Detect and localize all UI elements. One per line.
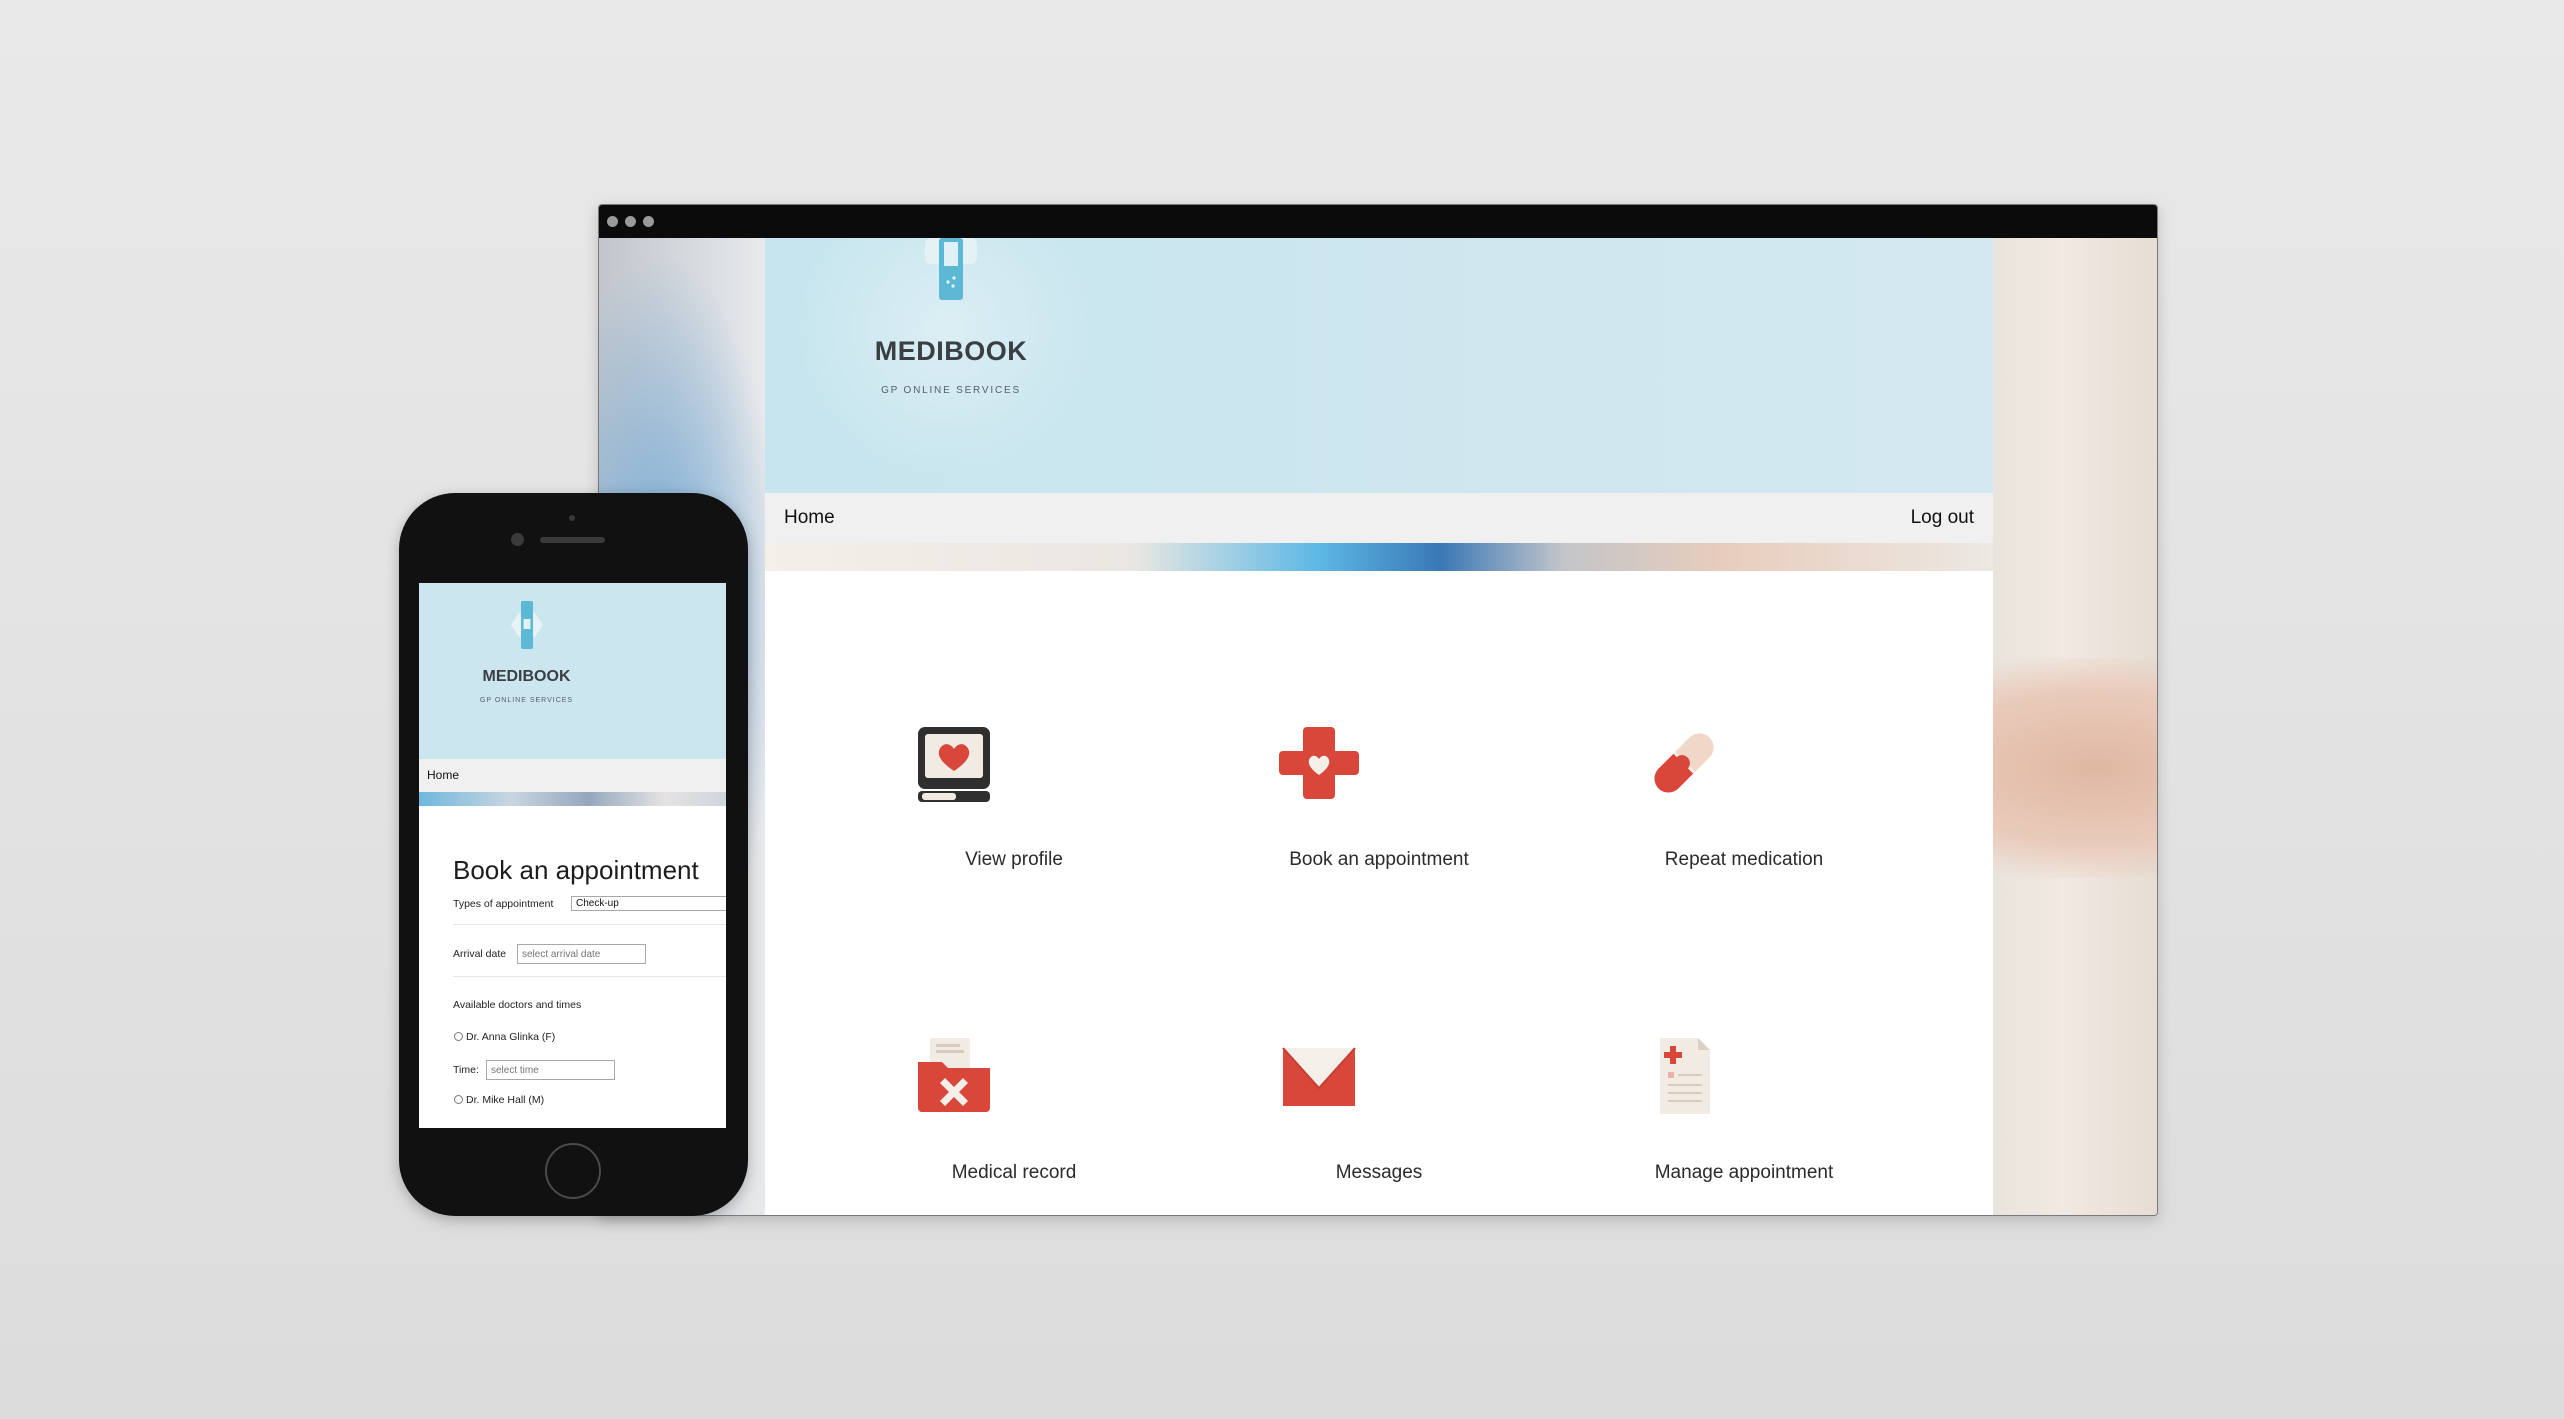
doctor-2-radio[interactable]	[454, 1095, 463, 1104]
browser-viewport: MEDIBOOK GP ONLINE SERVICES Home Log out	[599, 238, 2157, 1215]
envelope-icon	[1282, 1047, 1356, 1106]
window-close-dot[interactable]	[607, 216, 618, 227]
tile-book-appointment[interactable]: Book an appointment	[1249, 723, 1509, 913]
tile-view-profile[interactable]: View profile	[884, 723, 1144, 913]
desktop-browser-mockup: MEDIBOOK GP ONLINE SERVICES Home Log out	[598, 204, 2158, 1216]
time-label: Time:	[453, 1064, 479, 1076]
mobile-navbar: Home	[419, 759, 726, 792]
phone-sensor	[569, 515, 575, 521]
profile-heart-icon	[918, 727, 990, 802]
available-doctors-heading: Available doctors and times	[453, 999, 582, 1011]
medibook-page: MEDIBOOK GP ONLINE SERVICES Home Log out	[765, 238, 1993, 1215]
dashboard-grid: View profile Book an appointment Repeat …	[765, 571, 1993, 1215]
brand-tagline: GP ONLINE SERVICES	[881, 385, 1021, 396]
brand-name: MEDIBOOK	[874, 336, 1028, 366]
folder-record-icon	[918, 1038, 990, 1112]
tile-label: View profile	[965, 849, 1063, 870]
nav-logout-link[interactable]: Log out	[1911, 507, 1974, 529]
medical-cross-icon	[1279, 727, 1359, 799]
hero-strip	[765, 543, 1993, 571]
doctor-1-radio[interactable]	[454, 1032, 463, 1041]
document-icon	[1660, 1038, 1710, 1114]
medibook-logo-icon	[511, 601, 543, 649]
tile-label: Repeat medication	[1664, 849, 1824, 870]
page-title: Book an appointment	[453, 855, 699, 885]
mobile-nav-home-link[interactable]: Home	[427, 768, 459, 782]
phone-speaker	[540, 537, 605, 543]
arrival-date-input[interactable]	[517, 944, 646, 964]
phone-screen: MEDIBOOK GP ONLINE SERVICES Home Book an…	[419, 583, 726, 1128]
tile-messages[interactable]: Messages	[1249, 1036, 1509, 1215]
site-header: MEDIBOOK GP ONLINE SERVICES	[765, 238, 1993, 493]
arrival-date-label: Arrival date	[453, 948, 507, 960]
tile-label: Medical record	[951, 1162, 1077, 1183]
mobile-site-header: MEDIBOOK GP ONLINE SERVICES	[419, 583, 726, 759]
tile-repeat-medication[interactable]: Repeat medication	[1614, 723, 1874, 913]
tile-manage-appointment[interactable]: Manage appointment	[1614, 1036, 1874, 1215]
window-minimize-dot[interactable]	[625, 216, 636, 227]
pill-icon	[1654, 733, 1714, 793]
appointment-type-select[interactable]: Check-up	[571, 896, 726, 911]
appointment-type-label: Types of appointment	[453, 898, 554, 910]
doctor-2-label: Dr. Mike Hall (M)	[466, 1094, 545, 1106]
tile-label: Manage appointment	[1654, 1162, 1834, 1183]
tile-medical-record[interactable]: Medical record	[884, 1036, 1144, 1215]
brand-tagline: GP ONLINE SERVICES	[479, 697, 574, 704]
browser-title-bar	[599, 205, 2157, 238]
medibook-logo-icon	[925, 238, 977, 300]
brand-name: MEDIBOOK	[482, 668, 571, 685]
time-input[interactable]	[486, 1060, 615, 1080]
nav-home-link[interactable]: Home	[784, 507, 835, 529]
navbar: Home Log out	[765, 493, 1993, 543]
phone-camera	[511, 533, 524, 546]
window-maximize-dot[interactable]	[643, 216, 654, 227]
doctor-1-label: Dr. Anna Glinka (F)	[466, 1031, 556, 1043]
phone-mockup: MEDIBOOK GP ONLINE SERVICES Home Book an…	[399, 493, 748, 1216]
tile-label: Messages	[1335, 1162, 1423, 1183]
phone-home-button[interactable]	[545, 1143, 601, 1199]
tile-label: Book an appointment	[1289, 849, 1469, 870]
mobile-hero-strip	[419, 792, 726, 806]
